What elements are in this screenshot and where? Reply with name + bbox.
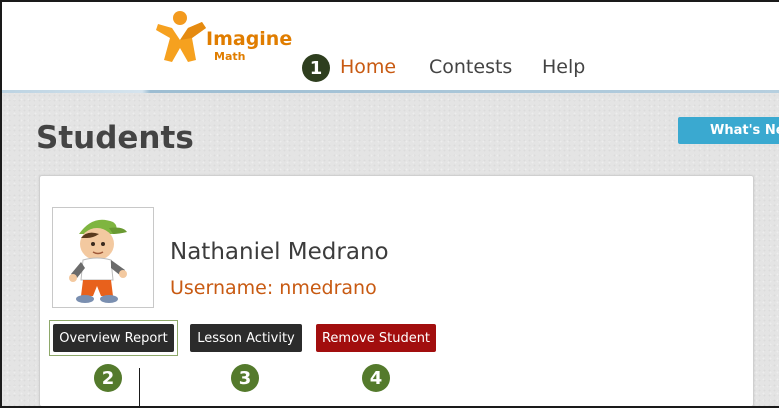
callout-2-icon: 2 — [94, 364, 122, 392]
whats-new-button[interactable]: What's New — [678, 117, 779, 144]
student-avatar-icon — [69, 219, 127, 303]
app-window: Imagine Math 1 Home Contests Help Studen… — [0, 0, 779, 408]
nav-home[interactable]: Home — [340, 56, 396, 78]
callout-4-icon: 4 — [362, 364, 390, 392]
nav-contests[interactable]: Contests — [429, 56, 512, 78]
imagine-math-logo-icon — [156, 11, 206, 62]
callout-3-icon: 3 — [231, 364, 259, 392]
top-header: Imagine Math 1 Home Contests Help — [2, 2, 779, 93]
student-username: Username: nmedrano — [170, 277, 377, 299]
annotation-pointer-line — [139, 368, 140, 406]
page-title: Students — [36, 120, 194, 156]
student-name: Nathaniel Medrano — [170, 239, 389, 265]
remove-student-button[interactable]: Remove Student — [316, 324, 436, 352]
lesson-activity-button[interactable]: Lesson Activity — [190, 324, 302, 352]
logo-title: Imagine — [206, 28, 293, 50]
callout-1-icon: 1 — [302, 54, 330, 82]
student-avatar — [52, 207, 154, 308]
overview-report-button[interactable]: Overview Report — [53, 324, 174, 352]
imagine-math-logo[interactable]: Imagine Math — [152, 10, 302, 70]
nav-help[interactable]: Help — [542, 56, 585, 78]
logo-subtitle: Math — [214, 50, 246, 63]
